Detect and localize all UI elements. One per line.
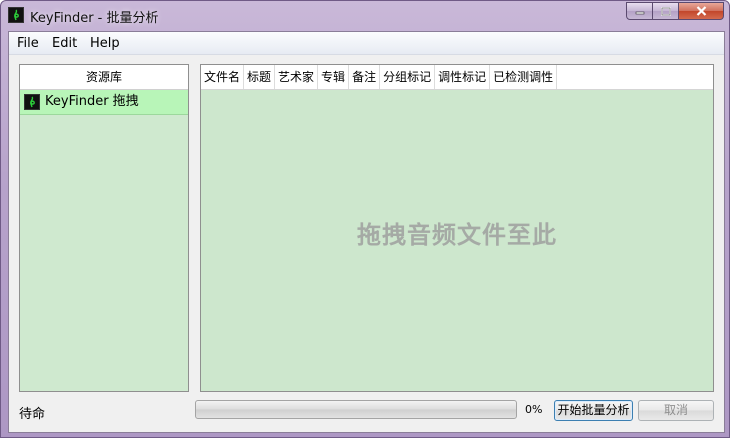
- cancel-button[interactable]: 取消: [638, 400, 714, 421]
- minimize-icon: [635, 11, 644, 15]
- drop-hint-text: 拖拽音频文件至此: [357, 221, 557, 249]
- library-item-keyfinder-drop[interactable]: KeyFinder 拖拽: [20, 90, 188, 115]
- menu-bar: File Edit Help: [9, 32, 724, 55]
- close-icon: [696, 6, 706, 16]
- column-header-detected-key[interactable]: 已检测调性: [490, 65, 558, 89]
- app-window: KeyFinder - 批量分析 File Edit Help 资源库 KeyF…: [0, 0, 730, 438]
- treble-clef-icon: [24, 94, 40, 110]
- menu-help[interactable]: Help: [90, 36, 120, 51]
- maximize-icon: [660, 6, 671, 16]
- client-area: File Edit Help 资源库 KeyFinder 拖拽 文件名 标题 艺…: [8, 31, 725, 433]
- progress-label: 0%: [525, 403, 543, 416]
- library-panel: 资源库 KeyFinder 拖拽: [19, 64, 189, 392]
- title-bar[interactable]: KeyFinder - 批量分析: [1, 1, 729, 31]
- start-batch-button[interactable]: 开始批量分析: [554, 400, 633, 421]
- file-table-panel[interactable]: 文件名 标题 艺术家 专辑 备注 分组标记 调性标记 已检测调性 拖拽音频文件至…: [200, 64, 714, 392]
- treble-clef-icon[interactable]: [8, 7, 24, 23]
- table-header: 文件名 标题 艺术家 专辑 备注 分组标记 调性标记 已检测调性: [201, 65, 713, 90]
- status-text: 待命: [19, 407, 46, 422]
- menu-edit[interactable]: Edit: [52, 36, 77, 51]
- window-title: KeyFinder - 批量分析: [30, 11, 159, 26]
- library-item-label: KeyFinder 拖拽: [45, 94, 139, 109]
- minimize-button[interactable]: [626, 2, 653, 20]
- column-header-filename[interactable]: 文件名: [201, 65, 245, 89]
- window-controls: [626, 2, 724, 21]
- maximize-button[interactable]: [653, 2, 679, 20]
- column-header-comment[interactable]: 备注: [349, 65, 381, 89]
- close-button[interactable]: [679, 2, 724, 20]
- menu-file[interactable]: File: [17, 36, 39, 51]
- library-header: 资源库: [20, 65, 188, 90]
- column-header-album[interactable]: 专辑: [318, 65, 350, 89]
- column-header-key-tag[interactable]: 调性标记: [435, 65, 491, 89]
- column-header-artist[interactable]: 艺术家: [275, 65, 319, 89]
- column-header-title[interactable]: 标题: [244, 65, 276, 89]
- column-header-grouping-tag[interactable]: 分组标记: [380, 65, 436, 89]
- progress-bar: [195, 400, 517, 419]
